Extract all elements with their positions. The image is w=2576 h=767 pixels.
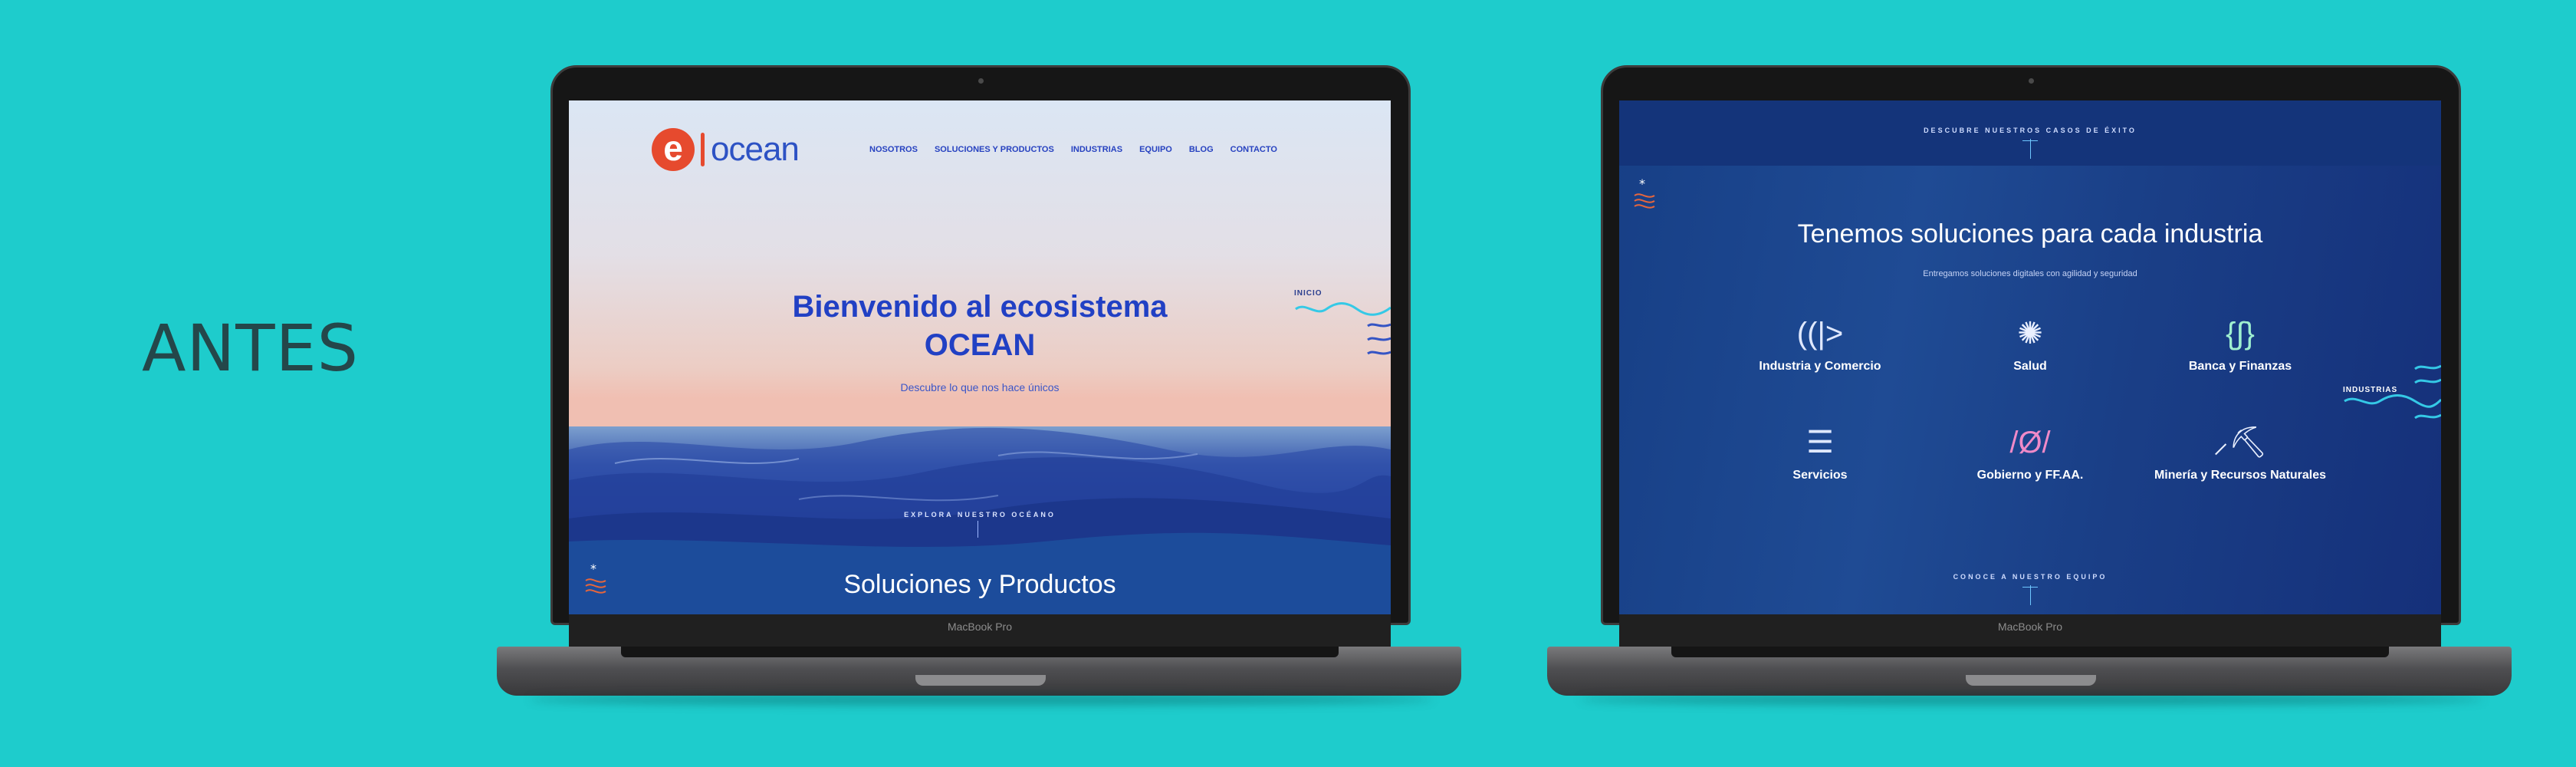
industry-item[interactable]: ((|> Industria y Comercio	[1720, 315, 1920, 374]
explore-label[interactable]: EXPLORA NUESTRO OCÉANO	[569, 511, 1391, 518]
laptop-shadow	[529, 694, 1434, 705]
hero-title-line2: OCEAN	[924, 328, 1036, 362]
industry-item[interactable]: /Ø/ Gobierno y FF.AA.	[1930, 424, 2130, 482]
pickaxe-icon: ⸝⛏	[2213, 426, 2268, 459]
screen-left: e ocean NOSOTROS SOLUCIONES Y PRODUCTOS …	[569, 100, 1391, 614]
industries-title: Tenemos soluciones para cada industria	[1797, 219, 2263, 249]
industry-label: Gobierno y FF.AA.	[1976, 469, 2084, 482]
laptop-chin: MacBook Pro	[1619, 614, 2441, 647]
main-nav: NOSOTROS SOLUCIONES Y PRODUCTOS INDUSTRI…	[869, 145, 1277, 154]
nav-blog[interactable]: BLOG	[1189, 145, 1214, 154]
asterisk-wave-icon: *	[1634, 177, 1655, 209]
industry-label: Industria y Comercio	[1759, 360, 1881, 373]
industry-label: Banca y Finanzas	[2188, 360, 2292, 373]
keyboard-slot	[1671, 647, 2389, 657]
top-line-cap	[2022, 140, 2038, 141]
industries-subtitle: Entregamos soluciones digitales con agil…	[1923, 269, 2137, 278]
nav-contacto[interactable]: CONTACTO	[1230, 145, 1277, 154]
device-label: MacBook Pro	[947, 621, 1013, 633]
industry-item[interactable]: ✺ Salud	[1930, 315, 2130, 374]
trackpad-notch	[915, 675, 1046, 686]
industry-item[interactable]: ⸝⛏ Minería y Recursos Naturales	[2141, 424, 2340, 482]
camera	[2029, 78, 2034, 84]
curly-braces-icon: {∫}	[2226, 317, 2255, 351]
logo-text: ocean	[711, 130, 800, 168]
laptop-shadow	[1579, 694, 2484, 705]
keyboard-slot	[621, 647, 1339, 657]
hero-title: Bienvenido al ecosistema OCEAN	[569, 288, 1391, 364]
industry-item[interactable]: ☰ Servicios	[1720, 424, 1920, 482]
nav-nosotros[interactable]: NOSOTROS	[869, 145, 918, 154]
health-burst-icon: ✺	[2017, 317, 2043, 351]
industry-label: Servicios	[1792, 469, 1848, 482]
laptop-chin: MacBook Pro	[569, 614, 1391, 647]
hero-title-line1: Bienvenido al ecosistema	[792, 290, 1168, 324]
top-line	[2030, 139, 2031, 159]
government-icon: /Ø/	[2009, 426, 2051, 459]
logo-mark: e	[652, 128, 695, 171]
industry-label: Salud	[2013, 360, 2047, 373]
bottom-line-cap	[2022, 587, 2038, 588]
success-cases-label[interactable]: DESCUBRE NUESTROS CASOS DE ÉXITO	[1619, 127, 2441, 134]
trackpad-notch	[1966, 675, 2096, 686]
device-label: MacBook Pro	[1997, 621, 2063, 633]
side-wave-icon	[2344, 364, 2441, 420]
team-label[interactable]: CONOCE A NUESTRO EQUIPO	[1619, 573, 2441, 581]
logo-bar	[701, 133, 705, 166]
svg-text:*: *	[1639, 177, 1645, 191]
bottom-line	[2030, 585, 2031, 605]
nav-equipo[interactable]: EQUIPO	[1139, 145, 1172, 154]
side-wave-icon	[1295, 302, 1391, 355]
screen-right: DESCUBRE NUESTROS CASOS DE ÉXITO * Tenem…	[1619, 100, 2441, 614]
hero-subtitle: Descubre lo que nos hace únicos	[900, 381, 1060, 393]
industry-label: Minería y Recursos Naturales	[2154, 469, 2327, 482]
ocean-logo[interactable]: e ocean	[652, 128, 800, 171]
next-section-title: Soluciones y Productos	[843, 570, 1116, 599]
antes-heading: ANTES	[142, 311, 360, 386]
industry-item[interactable]: {∫} Banca y Finanzas	[2141, 315, 2340, 374]
side-label-inicio[interactable]: INICIO	[1294, 289, 1322, 298]
nav-industrias[interactable]: INDUSTRIAS	[1071, 145, 1122, 154]
nav-soluciones[interactable]: SOLUCIONES Y PRODUCTOS	[935, 145, 1054, 154]
signal-arrow-icon: ((|>	[1796, 317, 1844, 351]
server-stack-icon: ☰	[1806, 426, 1834, 459]
camera	[978, 78, 984, 84]
